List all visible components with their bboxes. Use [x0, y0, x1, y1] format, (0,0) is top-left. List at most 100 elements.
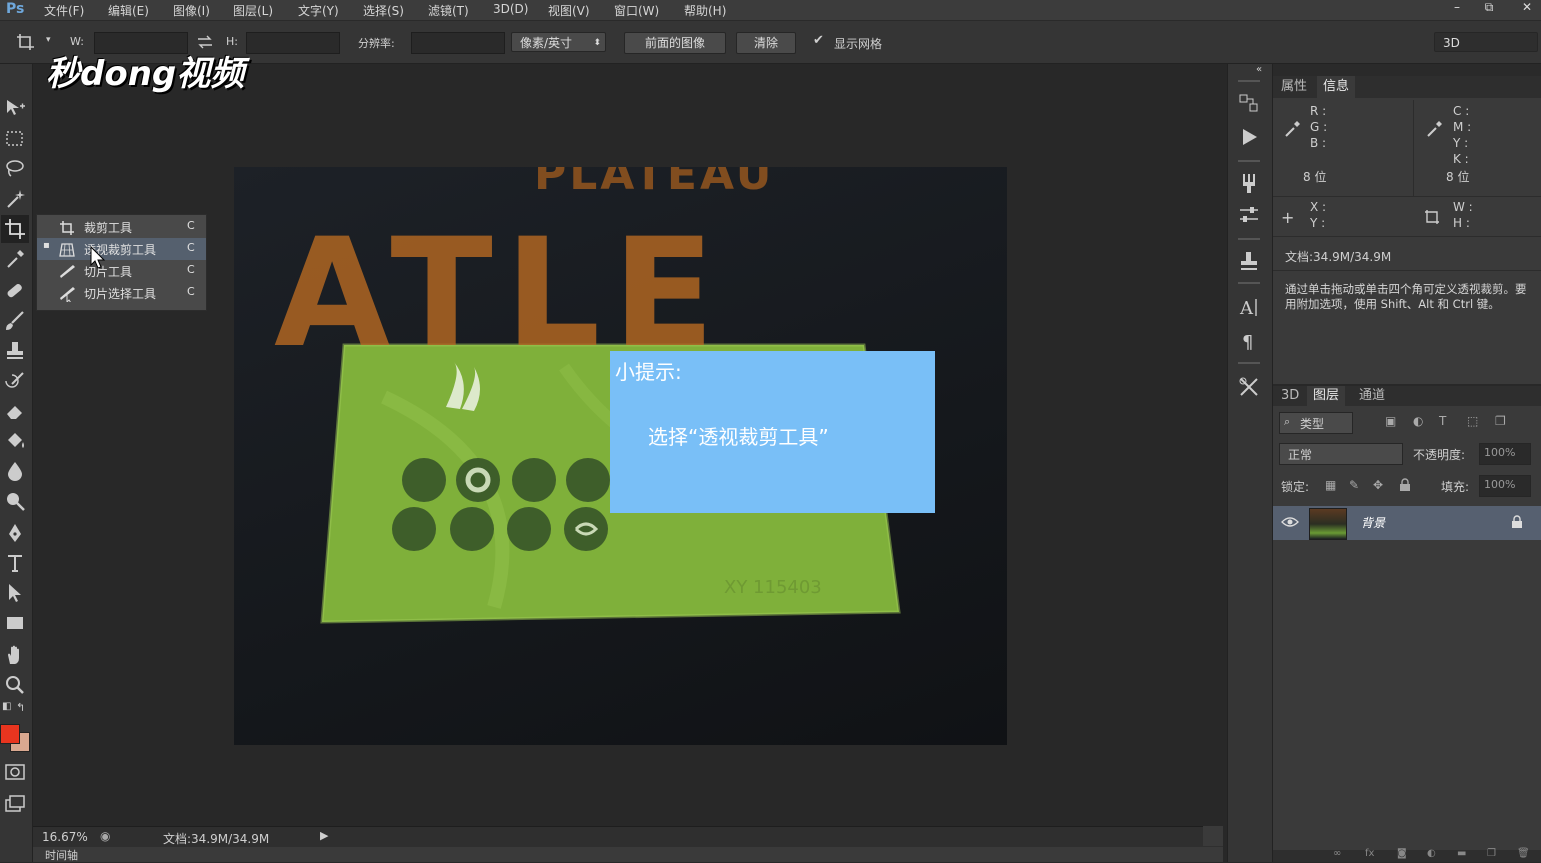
- layer-row-background[interactable]: 背景: [1273, 506, 1541, 540]
- tab-properties[interactable]: 属性: [1275, 76, 1313, 98]
- tab-channels[interactable]: 通道: [1353, 386, 1391, 406]
- character-panel-icon[interactable]: A: [1238, 296, 1260, 318]
- filter-type-icon[interactable]: T: [1439, 414, 1446, 428]
- tab-layers[interactable]: 图层: [1307, 386, 1346, 406]
- show-grid-checkbox[interactable]: ✔: [813, 33, 824, 48]
- fill-input[interactable]: 100%: [1479, 475, 1531, 497]
- unit-select[interactable]: 像素/英寸 ⬍: [511, 32, 606, 52]
- tab-info[interactable]: 信息: [1317, 76, 1356, 98]
- filter-pixel-icon[interactable]: ▣: [1385, 414, 1396, 428]
- timeline-tab[interactable]: 时间轴: [45, 847, 78, 863]
- menu-view[interactable]: 视图(V): [548, 2, 590, 19]
- eraser-tool-icon[interactable]: [3, 399, 27, 423]
- hand-tool-icon[interactable]: [3, 643, 27, 667]
- opacity-input[interactable]: 100%: [1479, 443, 1531, 465]
- clone-source-icon[interactable]: [1238, 250, 1260, 272]
- adjustments-sliders-icon[interactable]: [1238, 204, 1260, 226]
- dock-divider: [1238, 238, 1260, 240]
- resolution-input[interactable]: [411, 32, 505, 54]
- menu-help[interactable]: 帮助(H): [684, 2, 726, 19]
- blur-tool-icon[interactable]: [3, 459, 27, 483]
- status-menu-arrow-icon[interactable]: ▶: [320, 829, 328, 842]
- tool-presets-icon[interactable]: [1238, 376, 1260, 398]
- zoom-level[interactable]: 16.67%: [42, 830, 88, 844]
- brush-tool-icon[interactable]: [3, 309, 27, 333]
- visibility-eye-icon[interactable]: [1281, 515, 1299, 529]
- layer-style-icon[interactable]: fx: [1365, 848, 1374, 859]
- crop-tool-icon[interactable]: [16, 33, 36, 51]
- move-tool-icon[interactable]: [3, 96, 27, 120]
- close-button[interactable]: ✕: [1512, 0, 1541, 18]
- flyout-crop-tool[interactable]: 裁剪工具 C: [37, 216, 206, 238]
- blend-mode-select[interactable]: 正常: [1279, 443, 1403, 465]
- filter-smart-icon[interactable]: ❐: [1495, 414, 1506, 428]
- lock-transparent-icon[interactable]: ▦: [1325, 478, 1336, 492]
- eyedropper-tool-icon[interactable]: [3, 247, 27, 271]
- flyout-perspective-crop-tool[interactable]: ▪ 透视裁剪工具 C: [37, 238, 206, 260]
- lock-position-icon[interactable]: ✥: [1373, 478, 1383, 492]
- history-brush-tool-icon[interactable]: [3, 369, 27, 393]
- delete-layer-icon[interactable]: 🗑: [1517, 848, 1530, 859]
- menu-image[interactable]: 图像(I): [173, 2, 210, 19]
- screen-mode-icon[interactable]: [3, 792, 27, 816]
- status-info-icon[interactable]: ◉: [100, 829, 110, 843]
- clear-button[interactable]: 清除: [736, 32, 796, 54]
- layer-name[interactable]: 背景: [1361, 514, 1385, 531]
- new-adjustment-icon[interactable]: ◐: [1427, 848, 1436, 859]
- menu-select[interactable]: 选择(S): [363, 2, 404, 19]
- paragraph-panel-icon[interactable]: ¶: [1238, 330, 1260, 352]
- quick-mask-icon[interactable]: [3, 760, 27, 784]
- pen-tool-icon[interactable]: [3, 521, 27, 545]
- link-layers-icon[interactable]: ∞: [1333, 848, 1341, 859]
- collapse-panels-icon[interactable]: «: [1256, 64, 1262, 75]
- lock-all-icon[interactable]: [1399, 478, 1411, 492]
- height-input[interactable]: [246, 32, 340, 54]
- actions-play-icon[interactable]: [1238, 126, 1260, 148]
- flyout-slice-select-tool[interactable]: 切片选择工具 C: [37, 282, 206, 304]
- layer-filter-select[interactable]: ⌕ 类型: [1279, 412, 1353, 434]
- healing-brush-tool-icon[interactable]: [3, 279, 27, 303]
- brush-presets-icon[interactable]: [1238, 172, 1260, 194]
- paint-bucket-tool-icon[interactable]: [3, 429, 27, 453]
- filter-shape-icon[interactable]: ⬚: [1467, 414, 1478, 428]
- menu-edit[interactable]: 编辑(E): [108, 2, 149, 19]
- layer-thumbnail: [1309, 508, 1347, 540]
- foreground-color-swatch[interactable]: [0, 724, 20, 744]
- menu-filter[interactable]: 滤镜(T): [428, 2, 469, 19]
- new-layer-icon[interactable]: ❐: [1487, 848, 1496, 859]
- tool-preset-arrow-icon[interactable]: ▾: [46, 35, 51, 45]
- clone-stamp-tool-icon[interactable]: [3, 339, 27, 363]
- marquee-tool-icon[interactable]: [3, 127, 27, 151]
- menu-type[interactable]: 文字(Y): [298, 2, 339, 19]
- rectangle-tool-icon[interactable]: [3, 611, 27, 635]
- zoom-tool-icon[interactable]: [3, 673, 27, 697]
- flyout-slice-tool[interactable]: 切片工具 C: [37, 260, 206, 282]
- dodge-tool-icon[interactable]: [3, 489, 27, 513]
- path-selection-tool-icon[interactable]: [3, 581, 27, 605]
- menu-bar: Ps 文件(F) 编辑(E) 图像(I) 图层(L) 文字(Y) 选择(S) 滤…: [0, 0, 1541, 21]
- menu-file[interactable]: 文件(F): [44, 2, 84, 19]
- new-group-icon[interactable]: ▬: [1457, 848, 1466, 859]
- lasso-tool-icon[interactable]: [3, 157, 27, 181]
- type-tool-icon[interactable]: [3, 551, 27, 575]
- crop-tool-group-icon[interactable]: [3, 217, 27, 241]
- minimize-button[interactable]: –: [1442, 0, 1472, 18]
- tab-3d[interactable]: 3D: [1275, 386, 1305, 406]
- default-colors-icon[interactable]: ◧: [2, 701, 11, 712]
- workspace-select[interactable]: 3D: [1434, 32, 1538, 52]
- magic-wand-tool-icon[interactable]: [3, 187, 27, 211]
- restore-button[interactable]: ⧉: [1474, 0, 1504, 18]
- swap-colors-icon[interactable]: ↰: [16, 701, 25, 714]
- filter-adjustment-icon[interactable]: ◐: [1413, 414, 1423, 428]
- history-panel-icon[interactable]: [1238, 92, 1260, 114]
- info-hdivider: [1273, 196, 1541, 197]
- menu-3d[interactable]: 3D(D): [493, 2, 528, 16]
- front-image-button[interactable]: 前面的图像: [624, 32, 726, 54]
- add-mask-icon[interactable]: ◙: [1397, 848, 1407, 859]
- lock-pixels-icon[interactable]: ✎: [1349, 478, 1359, 492]
- menu-layer[interactable]: 图层(L): [233, 2, 273, 19]
- perspective-crop-icon: [59, 243, 75, 257]
- info-g: G :: [1310, 120, 1328, 134]
- menu-window[interactable]: 窗口(W): [614, 2, 659, 19]
- timeline-bar[interactable]: 时间轴: [33, 847, 1223, 862]
